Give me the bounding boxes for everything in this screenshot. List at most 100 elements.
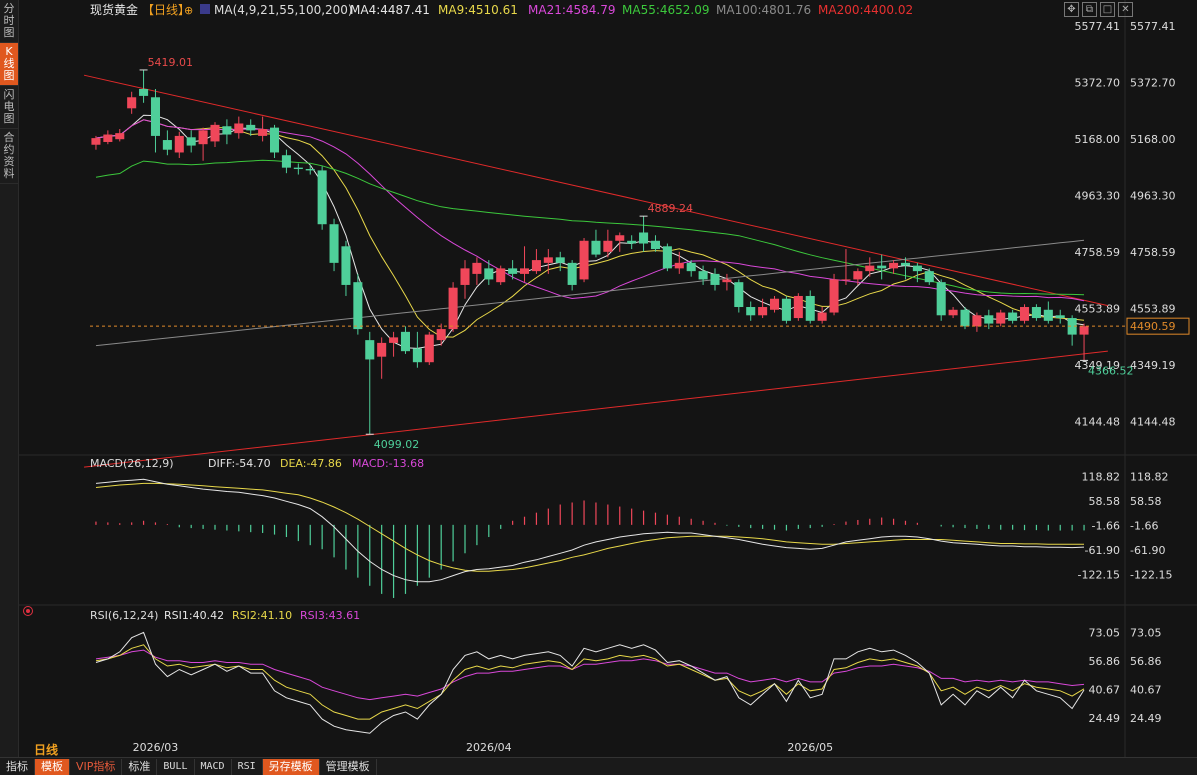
candle [400, 326, 410, 354]
y-tick-label: 4144.48 [1075, 416, 1121, 429]
toolbar-button-1[interactable]: 模板 [35, 758, 70, 775]
macd-y-tick: -61.90 [1085, 544, 1120, 557]
chart-tools: ✥ ⧉ □ ✕ [1064, 2, 1133, 17]
add-indicator-icon: ⊕ [184, 4, 193, 17]
x-axis-label: 2026/03 [133, 741, 179, 754]
candle [1079, 323, 1089, 361]
candle [365, 331, 375, 435]
candle [317, 166, 327, 230]
candle [603, 229, 613, 258]
candle-body [198, 130, 208, 145]
candle-body [912, 265, 922, 272]
candle-body [650, 240, 660, 250]
candle-body [377, 342, 387, 357]
candle-body [793, 295, 803, 319]
candle [781, 295, 791, 324]
candle-body [222, 126, 232, 135]
move-icon[interactable]: ✥ [1064, 2, 1079, 17]
candle-body [365, 340, 375, 360]
candle-body [484, 268, 494, 280]
candle [722, 273, 732, 291]
candle [139, 69, 149, 103]
ma-value-0: MA4:4487.41 [350, 3, 430, 17]
toolbar-button-4[interactable]: BULL [157, 758, 195, 775]
candle [1008, 309, 1018, 324]
macd-y-tick-right: -122.15 [1130, 568, 1172, 581]
rsi-label-2: RSI2:41.10 [232, 609, 292, 622]
candle-body [579, 240, 589, 280]
candle [198, 127, 208, 161]
candle-body [960, 309, 970, 327]
candle [496, 265, 506, 285]
ma-line-ma55 [95, 159, 1085, 296]
candle [448, 282, 458, 332]
candle-body [972, 315, 982, 327]
candle [162, 130, 172, 156]
candle [710, 268, 720, 291]
candle [972, 312, 982, 332]
toolbar-button-8[interactable]: 管理模板 [320, 758, 377, 775]
candle-body [603, 240, 613, 252]
close-icon[interactable]: ✕ [1118, 2, 1133, 17]
candle-body [662, 246, 672, 269]
toolbar-button-3[interactable]: 标准 [122, 758, 158, 775]
macd-dea-line [95, 482, 1084, 572]
period-tag: 【日线】 [142, 3, 190, 17]
y-tick-label-right: 4144.48 [1130, 416, 1176, 429]
candle-body [543, 257, 553, 263]
candle-body [1079, 326, 1089, 335]
candle-body [1020, 307, 1030, 321]
candle-body [781, 298, 791, 321]
candle-body [234, 123, 244, 134]
rsi-y-tick: 73.05 [1089, 626, 1121, 639]
candle-body [805, 295, 815, 321]
toolbar-button-6[interactable]: RSI [232, 758, 263, 775]
candle [186, 130, 196, 153]
candle-body [389, 337, 399, 343]
y-tick-label: 5168.00 [1075, 133, 1121, 146]
macd-y-tick: -122.15 [1078, 568, 1120, 581]
y-tick-label: 4553.89 [1075, 303, 1121, 316]
maximize-icon[interactable]: □ [1100, 2, 1115, 17]
extreme-annotation: 4099.02 [374, 438, 420, 451]
ma-value-2: MA21:4584.79 [528, 3, 616, 17]
rsi2-line [95, 644, 1085, 720]
candle [758, 298, 768, 319]
macd-y-tick-right: -61.90 [1130, 544, 1165, 557]
toolbar-button-0[interactable]: 指标 [0, 758, 35, 775]
chart-canvas[interactable]: 现货黄金 【日线】⊕ MA(4,9,21,55,100,200)MA4:4487.4… [0, 0, 1197, 757]
candle [567, 260, 577, 291]
toolbar-button-7[interactable]: 另存模板 [262, 758, 320, 775]
extreme-annotation: 4366.52 [1088, 364, 1134, 377]
candle [115, 129, 125, 142]
candle-body [305, 169, 315, 171]
candle [686, 260, 696, 277]
last-price-label: 4490.59 [1130, 320, 1176, 333]
candle [389, 331, 399, 357]
bottom-toolbar: 指标 模板 VIP指标 标准 BULL MACD RSI 另存模板 管理模板 [0, 757, 1197, 775]
candle-body [758, 307, 768, 316]
candle [436, 323, 446, 346]
candle [1055, 309, 1065, 324]
candle [234, 116, 244, 139]
y-tick-label: 4963.30 [1075, 190, 1121, 203]
restore-icon[interactable]: ⧉ [1082, 2, 1097, 17]
indicator-settings-icon[interactable] [23, 606, 33, 616]
candle-body [460, 268, 470, 285]
x-axis-label: 2026/05 [787, 741, 833, 754]
candle-body [400, 331, 410, 352]
y-tick-label-right: 4963.30 [1130, 190, 1176, 203]
y-tick-label-right: 4349.19 [1130, 359, 1176, 372]
toolbar-button-5[interactable]: MACD [195, 758, 232, 775]
candle-body [900, 262, 910, 266]
rsi-y-tick: 40.67 [1089, 684, 1121, 697]
candle-body [91, 138, 101, 145]
candle [281, 149, 291, 174]
y-tick-label-right: 5577.41 [1130, 20, 1176, 33]
candle-body [448, 287, 458, 330]
candle [1020, 304, 1030, 324]
candle [1067, 315, 1077, 346]
toolbar-button-2[interactable]: VIP指标 [70, 758, 123, 775]
rsi3-line [95, 649, 1085, 701]
rsi-y-tick-right: 73.05 [1130, 626, 1162, 639]
